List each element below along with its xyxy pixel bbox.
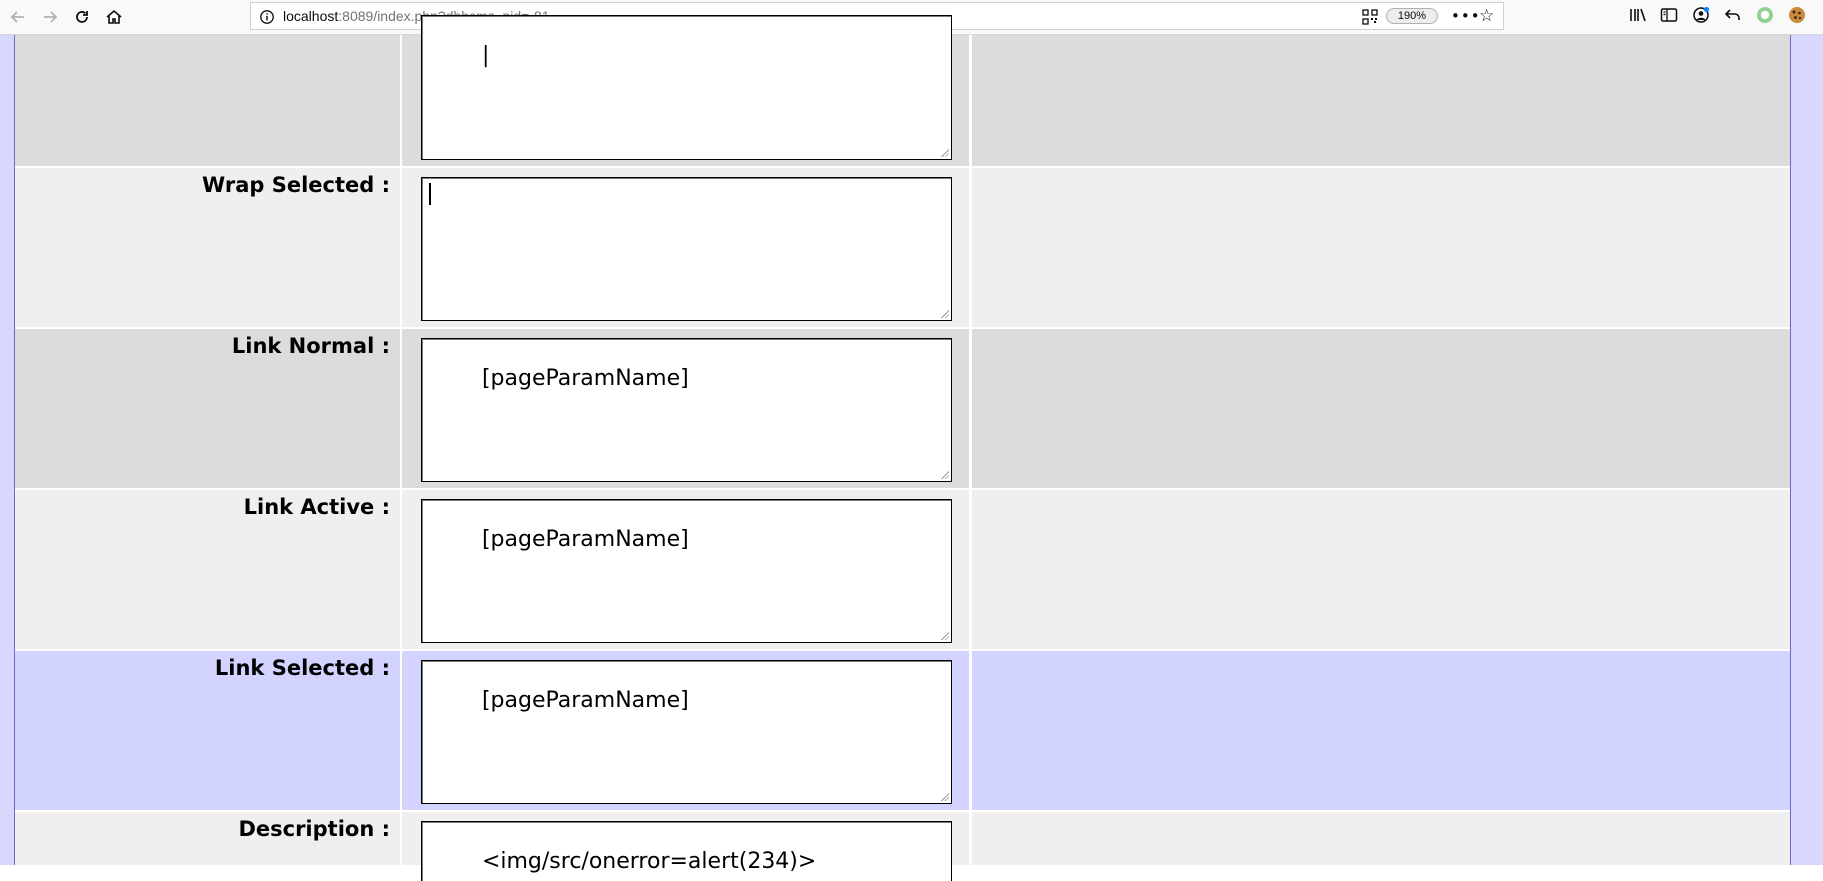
forward-icon <box>44 11 58 23</box>
form-row-wrap-selected: Wrap Selected : <box>15 168 1790 327</box>
resize-grip-icon[interactable] <box>940 792 949 801</box>
field-textarea[interactable]: | <box>421 15 952 160</box>
description-textarea[interactable]: <img/src/onerror=alert(234)> <box>421 821 952 881</box>
field-extra-cell <box>972 168 1790 327</box>
info-icon[interactable] <box>259 9 275 25</box>
field-extra-cell <box>972 490 1790 649</box>
link-selected-label: Link Selected : <box>214 656 390 680</box>
description-label: Description : <box>238 817 390 841</box>
form-row-link-selected: Link Selected : [pageParamName] <box>15 651 1790 810</box>
form-row-link-normal: Link Normal : [pageParamName] <box>15 329 1790 488</box>
extension-icon[interactable] <box>1755 5 1775 25</box>
resize-grip-icon[interactable] <box>940 309 949 318</box>
textarea-value: [pageParamName] <box>481 366 689 391</box>
field-label: Link Active : <box>15 490 400 649</box>
resize-grip-icon[interactable] <box>940 148 949 157</box>
resize-grip-icon[interactable] <box>940 631 949 640</box>
field-label: Link Selected : <box>15 651 400 810</box>
field-extra-cell <box>972 329 1790 488</box>
page-right-margin <box>1790 35 1823 865</box>
resize-grip-icon[interactable] <box>940 470 949 479</box>
home-button[interactable] <box>101 4 127 30</box>
back-button[interactable] <box>5 4 31 30</box>
field-label <box>15 35 400 166</box>
bookmark-star-icon[interactable]: ☆ <box>1479 6 1494 26</box>
library-icon[interactable] <box>1628 5 1648 25</box>
text-caret <box>429 183 431 205</box>
account-icon[interactable] <box>1691 5 1711 25</box>
textarea-value: [pageParamName] <box>481 688 689 713</box>
field-extra-cell <box>972 35 1790 166</box>
wrap-selected-textarea[interactable] <box>421 177 952 321</box>
url-host: localhost <box>283 8 339 24</box>
textarea-value: <img/src/onerror=alert(234)> <box>481 849 817 874</box>
back-icon <box>10 11 24 23</box>
field-label: Wrap Selected : <box>15 168 400 327</box>
form-row-link-active: Link Active : [pageParamName] <box>15 490 1790 649</box>
form-table: | Wrap Selected : Link Normal : [pagePar… <box>15 15 1790 881</box>
form-row: | <box>15 15 1790 166</box>
field-label: Link Normal : <box>15 329 400 488</box>
home-icon <box>106 9 122 24</box>
link-selected-textarea[interactable]: [pageParamName] <box>421 660 952 804</box>
field-label: Description : <box>15 812 400 865</box>
wrap-selected-label: Wrap Selected : <box>202 173 390 197</box>
zoom-indicator[interactable]: 190% <box>1386 8 1438 24</box>
link-normal-label: Link Normal : <box>231 334 390 358</box>
link-active-label: Link Active : <box>243 495 390 519</box>
page-actions-icon[interactable]: ••• <box>1451 7 1481 25</box>
undo-icon[interactable] <box>1723 5 1743 25</box>
cookie-icon[interactable] <box>1787 5 1807 25</box>
sidebar-icon[interactable] <box>1659 5 1679 25</box>
qr-code-icon[interactable] <box>1362 9 1378 25</box>
textarea-value: [pageParamName] <box>481 527 689 552</box>
field-extra-cell <box>972 812 1790 865</box>
page-left-margin <box>0 35 15 865</box>
link-normal-textarea[interactable]: [pageParamName] <box>421 338 952 482</box>
link-active-textarea[interactable]: [pageParamName] <box>421 499 952 643</box>
page-viewport: | Wrap Selected : Link Normal : [pagePar… <box>0 15 1823 881</box>
reload-icon <box>76 11 88 23</box>
textarea-value: | <box>481 43 490 68</box>
forward-button[interactable] <box>37 4 63 30</box>
reload-button[interactable] <box>69 4 95 30</box>
field-extra-cell <box>972 651 1790 810</box>
form-row-description: Description : <img/src/onerror=alert(234… <box>15 812 1790 881</box>
